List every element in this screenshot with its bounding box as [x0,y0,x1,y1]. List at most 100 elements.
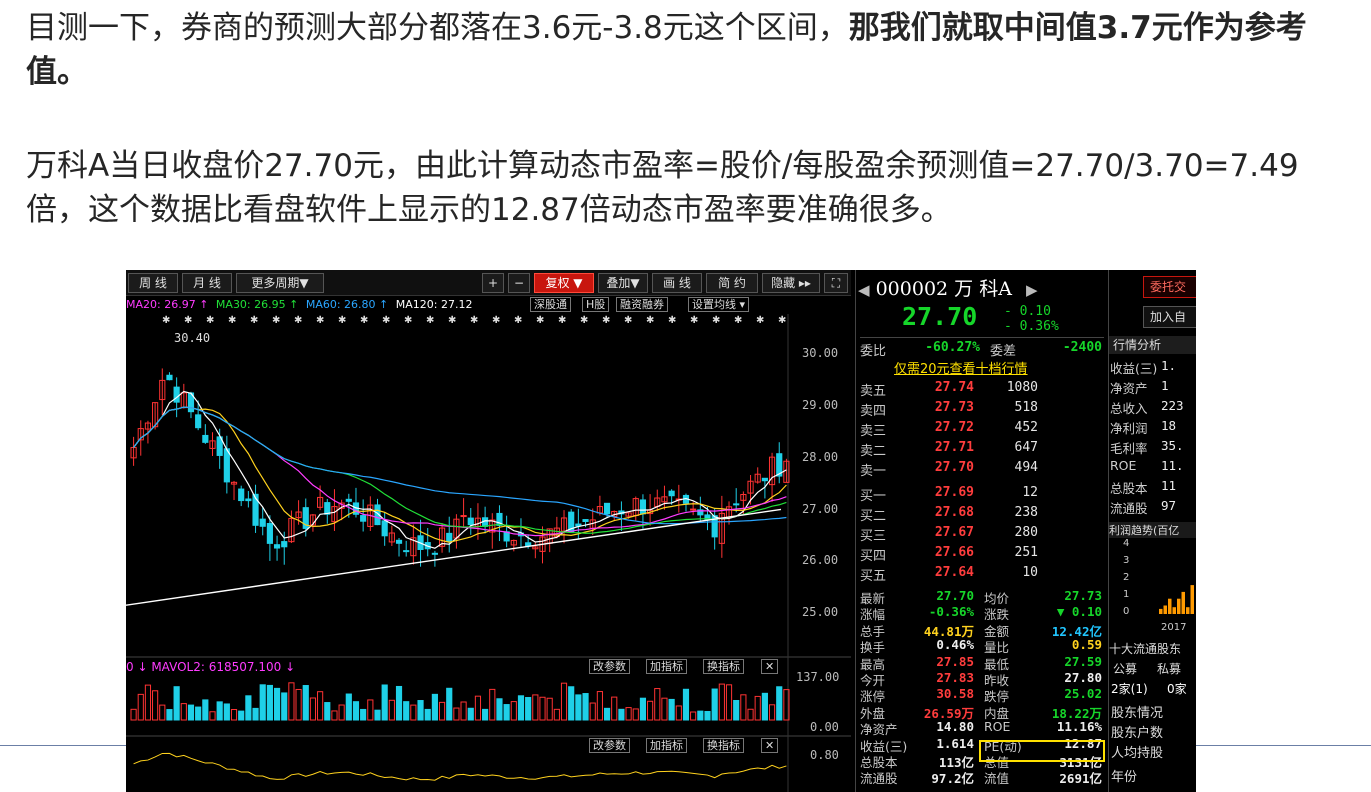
ask-price: 27.71 [934,440,974,455]
bid-row: 买二 27.68 238 [860,505,1104,525]
stat-value: 27.83 [936,670,974,685]
volume-bar [438,701,446,721]
fundamental-key: 毛利率 [1110,441,1148,456]
bid-row: 买四 27.66 251 [860,545,1104,565]
event-marker-icon: ✱ [602,315,610,326]
add-indicator-button[interactable]: 加指标 [646,659,687,674]
event-marker-icon: ✱ [162,315,170,326]
analysis-tab[interactable]: 行情分析 [1109,336,1196,354]
ask-price: 27.70 [934,460,974,475]
fundamental-row: 收益(三) 1. [1109,358,1196,378]
bid-row: 买一 27.69 12 [860,485,1104,505]
volume-bar [496,698,503,721]
stat-value: 27.73 [1064,588,1102,603]
event-marker-icon: ✱ [514,315,522,326]
volume-bar [539,696,546,721]
macd-change-params-button[interactable]: 改参数 [589,738,630,753]
bid-price: 27.69 [934,485,974,500]
switch-indicator-button[interactable]: 换指标 [703,659,744,674]
y-tick-27: 27.00 [802,502,839,516]
macd-add-indicator-button[interactable]: 加指标 [646,738,687,753]
volume-bar [474,695,482,721]
trend-bar [1163,605,1167,614]
volume-bar [209,711,216,721]
stat-row: 涨停 30.58 跌停 25.02 [860,686,1104,704]
stat-row: 换手 0.46% 量比 0.59 [860,637,1104,655]
ask-label: 卖四 [860,404,887,419]
volume-bar [503,704,510,721]
volume-bar [668,698,675,721]
fundamental-value: 1. [1161,358,1177,373]
vol-tick-top: 137.00 [796,670,840,684]
trend-tick: 2 [1123,572,1129,583]
ten-level-quote-link[interactable]: 仅需20元查看十档行情 [894,358,1028,377]
volume-bar [639,697,647,721]
event-marker-icon: ✱ [580,315,588,326]
next-stock-icon[interactable]: ▶ [1026,281,1038,299]
event-marker-icon: ✱ [712,315,720,326]
volume-bar [259,684,266,721]
entrust-button[interactable]: 委托交 [1143,276,1196,298]
slide-paragraph-2: 万科A当日收盘价27.70元，由此计算动态市盈率=股价/每股盈余预测值=27.7… [26,148,1299,228]
macd-line [133,752,787,781]
fundamental-row: 毛利率 35. [1109,438,1196,458]
fundamental-key: 净资产 [1110,381,1148,396]
prev-stock-icon[interactable]: ◀ [858,281,870,299]
price-change: - 0.10 [1004,304,1051,319]
ask-volume: 518 [1014,400,1038,415]
trend-tick: 0 [1123,606,1129,617]
weibi-row: 委比 -60.27% 委差 -2400 [860,337,1104,359]
candle-body [173,386,180,403]
stock-terminal-screenshot: 周 线 月 线 更多周期▼ + − 复权 ▼ 叠加▼ 画 线 简 约 隐藏 ▸▸… [126,270,1196,792]
ask-volume: 494 [1014,460,1038,475]
volume-bar [295,688,302,721]
bid-row: 买三 27.67 280 [860,525,1104,545]
candle-body [281,541,288,548]
volume-bar [647,700,654,721]
volume-bar [661,697,668,721]
close-volume-icon[interactable]: ✕ [761,659,779,674]
volume-bar [216,701,223,721]
stat-row: 今开 27.83 昨收 27.80 [860,670,1104,688]
candle-body [467,517,474,526]
event-marker-icon: ✱ [426,315,434,326]
volume-bar [460,701,467,721]
fundamental-key: ROE [1110,458,1137,473]
stat-value: 25.02 [1064,686,1102,702]
moving-average-line [133,406,787,537]
volume-bar [525,697,532,721]
fundamental-value: 18 [1161,418,1177,433]
close-macd-icon[interactable]: ✕ [761,738,779,753]
moving-average-line [133,406,787,534]
trend-tick: 1 [1123,589,1129,600]
bid-label: 买一 [860,489,887,504]
event-marker-icon: ✱ [492,315,500,326]
event-marker-icon: ✱ [734,315,742,326]
stat-value: 97.2亿 [931,771,974,787]
high-annotation: 30.40 [174,331,211,345]
candle-body [360,515,367,522]
fundamental-key: 流通股 [1110,501,1148,516]
volume-bar [352,701,360,721]
fundamental-value: 223 [1161,398,1184,413]
volume-bar [697,710,704,721]
candle-body [639,499,647,515]
volume-bar [374,709,381,721]
ask-row: 卖一 27.70 494 [860,460,1104,480]
volume-bar [367,699,374,721]
change-params-button[interactable]: 改参数 [589,659,630,674]
volume-bar [309,697,317,721]
stat-value: 27.80 [1064,670,1102,685]
volume-bar [453,707,460,721]
trend-bar [1159,608,1163,614]
event-marker-icon: ✱ [448,315,456,326]
volume-bar [431,693,438,721]
event-marker-icon: ✱ [316,315,324,326]
fundamental-value: 11 [1161,478,1177,493]
candle-body [690,508,697,511]
volume-bar [245,695,252,721]
volume-bar [252,707,259,721]
add-watchlist-button[interactable]: 加入自 [1143,306,1196,328]
macd-switch-indicator-button[interactable]: 换指标 [703,738,744,753]
profit-trend-chart: 4 3 2 1 0 2017 [1123,538,1194,633]
